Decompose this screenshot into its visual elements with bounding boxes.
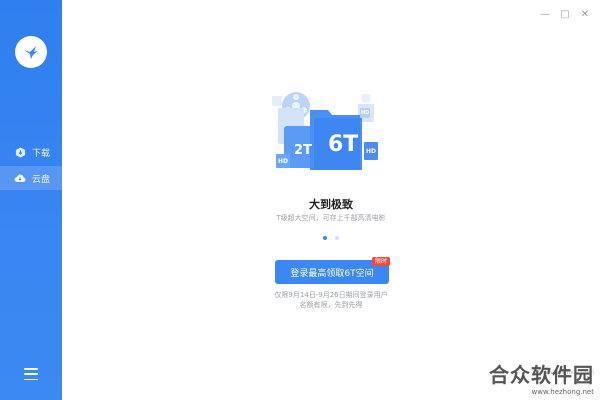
maximize-button[interactable]: □ — [556, 6, 574, 22]
promo-line-2: 名额有限，先到先得 — [299, 301, 363, 309]
window-controls: — □ ✕ — [536, 6, 594, 22]
limited-time-badge: 限时 — [372, 257, 391, 266]
watermark-title: 合众软件园 — [489, 363, 594, 387]
watermark: 合众软件园 www.hezhong.net — [489, 359, 594, 396]
sidebar-item-cloud[interactable]: 云盘 — [0, 166, 62, 190]
bird-logo-icon — [24, 46, 38, 59]
hamburger-menu-icon[interactable] — [24, 368, 38, 380]
badge-2t: 2T — [294, 143, 312, 158]
watermark-site: www.hezhong.net — [531, 388, 595, 396]
login-claim-label: 登录最高领取6T空间 — [290, 268, 374, 279]
cloud-storage-illustration: 2T 6T HD HD HD — [262, 88, 402, 184]
carousel-dot-1[interactable] — [323, 236, 327, 240]
app-logo[interactable] — [15, 36, 47, 68]
sidebar-item-download[interactable]: 下载 — [0, 140, 62, 164]
carousel-dot-2[interactable] — [335, 236, 339, 240]
sidebar-item-label: 下载 — [32, 148, 51, 159]
sidebar-item-label: 云盘 — [32, 174, 51, 185]
minimize-button[interactable]: — — [536, 6, 554, 22]
badge-hd-top: HD — [361, 110, 370, 116]
close-button[interactable]: ✕ — [576, 6, 594, 22]
carousel-dots — [62, 236, 600, 240]
feature-title: 大到极致 — [309, 198, 353, 211]
feature-subtitle: T级超大空间，可存上千部高清电影 — [276, 214, 386, 222]
badge-hd-left: HD — [278, 158, 289, 165]
cloud-icon — [14, 172, 26, 184]
sidebar: 下载 云盘 — [0, 0, 62, 400]
promo-line-1: 仅限9月14日-9月26日期间登录用户 — [274, 291, 388, 299]
badge-hd-right: HD — [366, 148, 377, 155]
badge-6t: 6T — [328, 132, 359, 157]
download-hexagon-icon — [14, 146, 26, 158]
